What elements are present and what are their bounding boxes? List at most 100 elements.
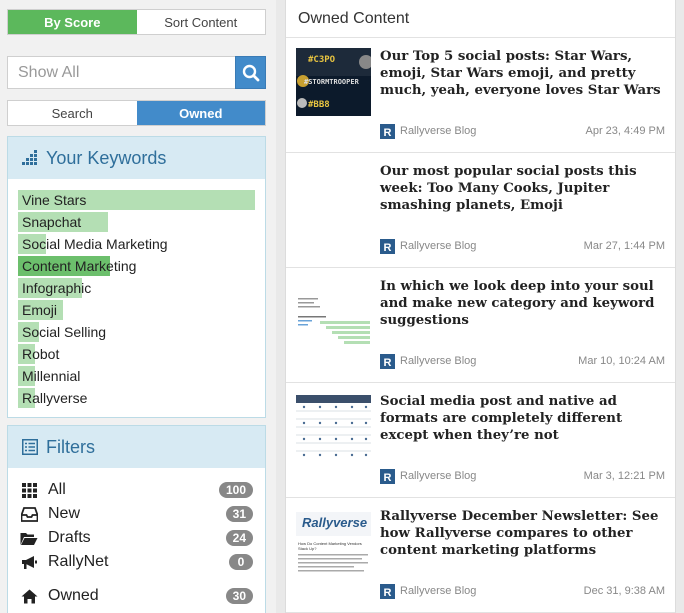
by-score-tab[interactable]: By Score	[8, 10, 137, 34]
content-item[interactable]: Social media post and native ad formats …	[286, 383, 675, 498]
thumb-brand: Rallyverse	[302, 515, 368, 530]
content-item[interactable]: Rallyverse How Do Content Marketing Vend…	[286, 498, 675, 613]
svg-text:R: R	[384, 357, 392, 369]
filter-drafts[interactable]: Drafts 24	[20, 526, 253, 550]
search-button[interactable]	[235, 56, 266, 89]
thumb-heading: How Do Content Marketing Vendors Stack U…	[298, 541, 362, 551]
rallyverse-logo-icon: R	[380, 469, 395, 484]
keyword-label: Vine Stars	[22, 192, 87, 208]
keywords-header: Your Keywords	[8, 137, 265, 179]
item-date: Mar 27, 1:44 PM	[583, 240, 665, 252]
keywords-title: Your Keywords	[46, 147, 167, 168]
keyword-label: Social Selling	[22, 324, 107, 340]
home-icon	[20, 587, 38, 605]
item-thumbnail	[296, 278, 371, 346]
count-badge: 31	[225, 506, 253, 522]
mode-toggle: Search Owned	[7, 100, 266, 126]
left-panel: By Score Sort Content Search Owned Your …	[0, 0, 276, 613]
item-date: Mar 10, 10:24 AM	[578, 355, 665, 367]
item-source: Rallyverse Blog	[400, 355, 477, 367]
keyword-list: Vine Stars Snapchat Social Media Marketing…	[8, 179, 265, 409]
list-icon	[22, 439, 38, 455]
svg-text:R: R	[384, 587, 392, 599]
item-title[interactable]: In which we look deep into your soul and…	[380, 278, 670, 329]
filter-label: New	[48, 505, 81, 522]
filters-header: Filters	[8, 426, 265, 468]
filter-label: All	[48, 481, 66, 498]
megaphone-icon	[20, 553, 38, 571]
keyword-label: Millennial	[22, 368, 81, 384]
keyword-item[interactable]: Robot	[18, 343, 255, 365]
thumb-tag: #STORMTROOPER	[304, 78, 359, 86]
sort-toggle: By Score Sort Content	[7, 9, 266, 35]
content-panel: Owned Content #C3PO #STORMTROOPER #BB8 O…	[285, 0, 676, 613]
filter-rallynet[interactable]: RallyNet 0	[20, 550, 253, 574]
thumb-tag: #C3PO	[308, 55, 336, 65]
item-title[interactable]: Social media post and native ad formats …	[380, 393, 670, 444]
filter-new[interactable]: New 31	[20, 502, 253, 526]
svg-text:R: R	[384, 472, 392, 484]
folder-open-icon	[20, 529, 38, 547]
rallyverse-logo-icon: R	[380, 124, 395, 139]
keyword-item[interactable]: Millennial	[18, 365, 255, 387]
search-tab[interactable]: Search	[8, 101, 137, 125]
item-title[interactable]: Our Top 5 social posts: Star Wars, emoji…	[380, 48, 670, 99]
svg-text:R: R	[384, 242, 392, 254]
bar-chart-icon	[22, 150, 37, 165]
item-date: Dec 31, 9:38 AM	[583, 585, 665, 597]
rallyverse-logo-icon: R	[380, 354, 395, 369]
owned-tab[interactable]: Owned	[136, 101, 265, 125]
search-row	[7, 56, 266, 89]
keyword-item[interactable]: Social Selling	[18, 321, 255, 343]
filter-label: Drafts	[48, 529, 91, 546]
item-source: Rallyverse Blog	[400, 240, 477, 252]
content-item[interactable]: In which we look deep into your soul and…	[286, 268, 675, 383]
rallyverse-logo-icon: R	[380, 584, 395, 599]
filter-all[interactable]: All 100	[20, 478, 253, 502]
item-source: Rallyverse Blog	[400, 125, 477, 137]
content-header: Owned Content	[286, 0, 675, 38]
keyword-label: Emoji	[22, 302, 58, 318]
count-badge: 24	[225, 530, 253, 546]
count-badge: 100	[218, 482, 253, 498]
keyword-label: Rallyverse	[22, 390, 88, 406]
count-badge: 30	[225, 588, 253, 604]
search-icon	[242, 64, 259, 81]
filters-title: Filters	[46, 436, 95, 457]
keyword-item[interactable]: Snapchat	[18, 211, 255, 233]
item-thumbnail	[296, 163, 371, 231]
keyword-item[interactable]: Emoji	[18, 299, 255, 321]
keyword-item[interactable]: Vine Stars	[18, 189, 255, 211]
item-thumbnail: #C3PO #STORMTROOPER #BB8	[296, 48, 371, 116]
content-item[interactable]: Our most popular social posts this week:…	[286, 153, 675, 268]
keyword-label: Robot	[22, 346, 60, 362]
filter-owned[interactable]: Owned 30	[20, 584, 253, 608]
keyword-item[interactable]: Content Marketing	[18, 255, 255, 277]
item-title[interactable]: Rallyverse December Newsletter: See how …	[380, 508, 670, 559]
keyword-label: Social Media Marketing	[22, 236, 168, 252]
item-thumbnail: Rallyverse How Do Content Marketing Vend…	[296, 508, 371, 576]
inbox-icon	[20, 505, 38, 523]
keyword-item[interactable]: Rallyverse	[18, 387, 255, 409]
grid-icon	[20, 481, 38, 499]
filters-panel: Filters All 100 New 31 Drafts 24 RallyNe…	[7, 425, 266, 613]
keyword-item[interactable]: Social Media Marketing	[18, 233, 255, 255]
item-title[interactable]: Our most popular social posts this week:…	[380, 163, 670, 214]
keyword-item[interactable]: Infographic	[18, 277, 255, 299]
rallyverse-logo-icon: R	[380, 239, 395, 254]
search-input[interactable]	[7, 56, 235, 89]
filter-label: Owned	[48, 587, 99, 604]
item-source: Rallyverse Blog	[400, 585, 477, 597]
keyword-label: Snapchat	[22, 214, 82, 230]
item-source: Rallyverse Blog	[400, 470, 477, 482]
sort-content-tab[interactable]: Sort Content	[137, 10, 266, 34]
keyword-label: Infographic	[22, 280, 92, 296]
keyword-label: Content Marketing	[22, 258, 137, 274]
keywords-panel: Your Keywords Vine Stars Snapchat Social M…	[7, 136, 266, 418]
thumb-tag: #BB8	[308, 100, 330, 110]
content-item[interactable]: #C3PO #STORMTROOPER #BB8 Our Top 5 socia…	[286, 38, 675, 153]
filter-label: RallyNet	[48, 553, 109, 570]
item-thumbnail	[296, 393, 371, 461]
count-badge: 0	[229, 554, 253, 570]
filter-list: All 100 New 31 Drafts 24 RallyNet 0 Owne…	[8, 468, 265, 608]
